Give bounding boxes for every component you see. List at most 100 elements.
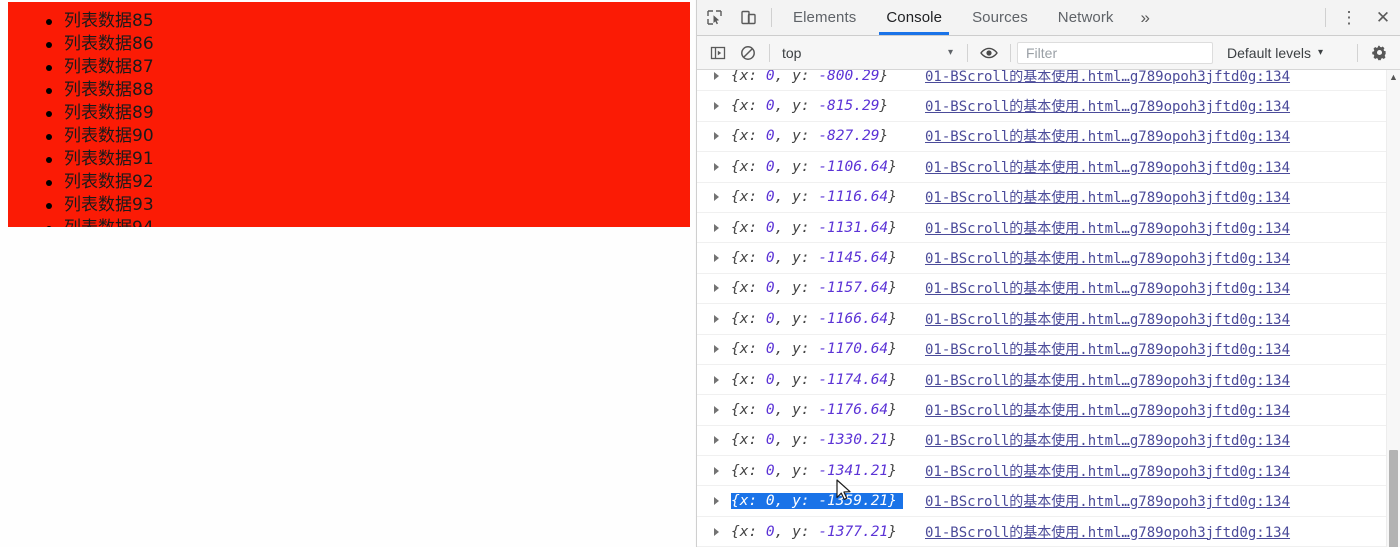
console-sidebar-icon[interactable]: [703, 40, 733, 66]
console-log-row[interactable]: {x: 0, y: -1377.21} 01-BScroll的基本使用.html……: [697, 517, 1386, 547]
tab-sources[interactable]: Sources: [957, 0, 1043, 35]
devtools-tabbar: Elements Console Sources Network » ⋮ ✕: [697, 0, 1400, 36]
object-x-value: 0: [765, 493, 775, 510]
list-item-label: 列表数据87: [64, 57, 154, 77]
source-link[interactable]: 01-BScroll的基本使用.html…g789opoh3jftd0g:134: [925, 430, 1290, 450]
source-link[interactable]: 01-BScroll的基本使用.html…g789opoh3jftd0g:134: [925, 309, 1290, 329]
tab-elements[interactable]: Elements: [778, 0, 871, 35]
log-levels-select[interactable]: Default levels ▾: [1227, 45, 1323, 61]
console-log-row[interactable]: {x: 0, y: -1131.64} 01-BScroll的基本使用.html……: [697, 213, 1386, 244]
list-item: 列表数据93: [8, 194, 690, 217]
object-preview: {x: 0, y: -1359.21}: [731, 493, 903, 510]
toolbar-divider-1: [769, 43, 770, 62]
expand-arrow-icon[interactable]: [714, 497, 719, 506]
console-log-row[interactable]: {x: 0, y: -1116.64} 01-BScroll的基本使用.html……: [697, 183, 1386, 213]
object-x-value: 0: [765, 341, 775, 358]
source-link[interactable]: 01-BScroll的基本使用.html…g789opoh3jftd0g:134: [925, 339, 1290, 359]
source-link[interactable]: 01-BScroll的基本使用.html…g789opoh3jftd0g:134: [925, 218, 1290, 238]
expand-arrow-icon[interactable]: [714, 102, 719, 111]
expand-arrow-icon[interactable]: [714, 405, 719, 414]
expand-arrow-icon[interactable]: [714, 345, 719, 354]
object-y-value: -1330.21: [818, 432, 889, 449]
source-link[interactable]: 01-BScroll的基本使用.html…g789opoh3jftd0g:134: [925, 157, 1290, 177]
filter-input[interactable]: Filter: [1017, 41, 1213, 64]
source-link[interactable]: 01-BScroll的基本使用.html…g789opoh3jftd0g:134: [925, 126, 1290, 146]
console-log-row[interactable]: {x: 0, y: -1359.21} 01-BScroll的基本使用.html……: [697, 486, 1386, 517]
log-levels-value: Default levels: [1227, 44, 1312, 61]
expand-arrow-icon[interactable]: [714, 193, 719, 202]
bscroll-wrapper[interactable]: 列表数据85 列表数据86 列表数据87 列表数据88 列表数据89 列表数据90 列表数据…: [8, 2, 690, 227]
expand-arrow-icon[interactable]: [714, 284, 719, 293]
source-link[interactable]: 01-BScroll的基本使用.html…g789opoh3jftd0g:134: [925, 248, 1290, 268]
console-log-row[interactable]: {x: 0, y: -827.29} 01-BScroll的基本使用.html…g…: [697, 122, 1386, 153]
console-log-row[interactable]: {x: 0, y: -1174.64} 01-BScroll的基本使用.html……: [697, 365, 1386, 396]
live-expression-icon[interactable]: [974, 40, 1004, 66]
console-log-row[interactable]: {x: 0, y: -1106.64} 01-BScroll的基本使用.html……: [697, 152, 1386, 183]
object-preview: {x: 0, y: -1341.21}: [731, 462, 897, 479]
scrollbar-thumb[interactable]: [1389, 450, 1398, 547]
clear-console-icon[interactable]: [733, 40, 763, 66]
expand-arrow-icon[interactable]: [714, 466, 719, 475]
expand-arrow-icon[interactable]: [714, 314, 719, 323]
source-link[interactable]: 01-BScroll的基本使用.html…g789opoh3jftd0g:134: [925, 187, 1290, 207]
object-y-value: -1166.64: [818, 310, 889, 327]
source-link[interactable]: 01-BScroll的基本使用.html…g789opoh3jftd0g:134: [925, 491, 1290, 511]
source-link[interactable]: 01-BScroll的基本使用.html…g789opoh3jftd0g:134: [925, 96, 1290, 116]
console-log-row[interactable]: {x: 0, y: -1341.21} 01-BScroll的基本使用.html……: [697, 456, 1386, 487]
tab-network[interactable]: Network: [1043, 0, 1129, 35]
source-link[interactable]: 01-BScroll的基本使用.html…g789opoh3jftd0g:134: [925, 70, 1290, 86]
expand-arrow-icon[interactable]: [714, 132, 719, 141]
object-y-value: -815.29: [818, 98, 880, 115]
expand-arrow-icon[interactable]: [714, 223, 719, 232]
source-link[interactable]: 01-BScroll的基本使用.html…g789opoh3jftd0g:134: [925, 522, 1290, 542]
gear-icon[interactable]: [1364, 40, 1394, 66]
console-log-area[interactable]: {x: 0, y: -800.29} 01-BScroll的基本使用.html…g…: [697, 70, 1400, 547]
object-preview: {x: 0, y: -1116.64}: [731, 189, 897, 206]
console-log-row[interactable]: {x: 0, y: -800.29} 01-BScroll的基本使用.html…g…: [697, 70, 1386, 92]
toolbar-divider-4: [1357, 43, 1358, 62]
inspect-element-icon[interactable]: [697, 0, 731, 35]
tab-console-label: Console: [886, 9, 943, 26]
console-log-row[interactable]: {x: 0, y: -1145.64} 01-BScroll的基本使用.html……: [697, 243, 1386, 274]
object-x-value: 0: [765, 189, 775, 206]
object-preview: {x: 0, y: -1106.64}: [731, 158, 897, 175]
scroll-up-arrow-icon[interactable]: ▲: [1387, 72, 1400, 82]
expand-arrow-icon[interactable]: [714, 162, 719, 171]
expand-arrow-icon[interactable]: [714, 436, 719, 445]
tab-console[interactable]: Console: [871, 0, 957, 35]
more-tabs-icon[interactable]: »: [1129, 0, 1163, 35]
close-icon[interactable]: ✕: [1366, 0, 1400, 35]
expand-arrow-icon[interactable]: [714, 375, 719, 384]
list-item-label: 列表数据85: [64, 11, 154, 31]
tabbar-divider: [771, 8, 772, 27]
source-link[interactable]: 01-BScroll的基本使用.html…g789opoh3jftd0g:134: [925, 278, 1290, 298]
more-options-icon[interactable]: ⋮: [1332, 0, 1366, 35]
expand-arrow-icon[interactable]: [714, 254, 719, 263]
source-link[interactable]: 01-BScroll的基本使用.html…g789opoh3jftd0g:134: [925, 461, 1290, 481]
object-preview: {x: 0, y: -1174.64}: [731, 371, 897, 388]
expand-arrow-icon[interactable]: [714, 527, 719, 536]
console-scrollbar[interactable]: ▲: [1386, 70, 1400, 547]
object-x-value: 0: [765, 310, 775, 327]
console-log-row[interactable]: {x: 0, y: -1176.64} 01-BScroll的基本使用.html……: [697, 395, 1386, 426]
list-item: 列表数据86: [8, 33, 690, 56]
source-link[interactable]: 01-BScroll的基本使用.html…g789opoh3jftd0g:134: [925, 370, 1290, 390]
execution-context-select[interactable]: top ▾: [776, 45, 961, 61]
source-link[interactable]: 01-BScroll的基本使用.html…g789opoh3jftd0g:134: [925, 400, 1290, 420]
console-log-row[interactable]: {x: 0, y: -1157.64} 01-BScroll的基本使用.html……: [697, 274, 1386, 305]
object-y-value: -1176.64: [818, 401, 889, 418]
device-toolbar-icon[interactable]: [731, 0, 765, 35]
screen: 列表数据85 列表数据86 列表数据87 列表数据88 列表数据89 列表数据90 列表数据…: [0, 0, 1400, 547]
chevron-down-icon: ▾: [1318, 47, 1324, 58]
console-log-row[interactable]: {x: 0, y: -1170.64} 01-BScroll的基本使用.html……: [697, 335, 1386, 365]
object-y-value: -1359.21: [818, 493, 889, 510]
object-preview: {x: 0, y: -800.29}: [731, 70, 903, 84]
expand-arrow-icon[interactable]: [714, 71, 719, 80]
list-item-label: 列表数据92: [64, 172, 154, 192]
console-log-row[interactable]: {x: 0, y: -1330.21} 01-BScroll的基本使用.html……: [697, 426, 1386, 457]
object-preview: {x: 0, y: -1157.64}: [731, 280, 897, 297]
console-log-row[interactable]: {x: 0, y: -815.29} 01-BScroll的基本使用.html…g…: [697, 91, 1386, 122]
list-item: 列表数据85: [8, 10, 690, 33]
console-log-row[interactable]: {x: 0, y: -1166.64} 01-BScroll的基本使用.html……: [697, 304, 1386, 335]
object-preview: {x: 0, y: -827.29}: [731, 128, 889, 145]
